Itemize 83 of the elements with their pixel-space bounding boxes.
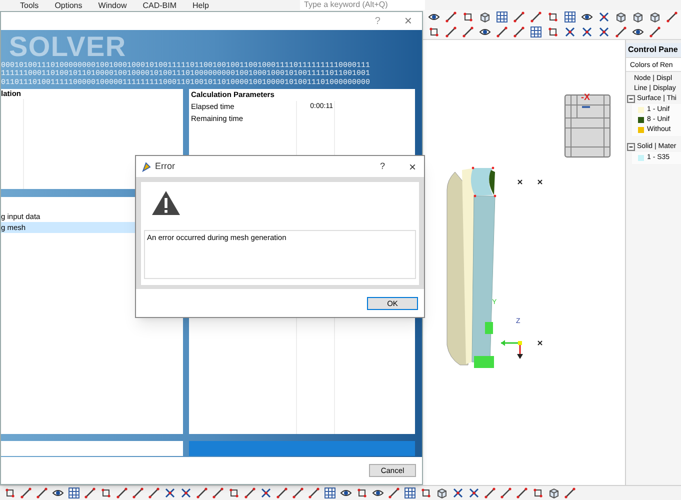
- line-icon[interactable]: [666, 11, 678, 24]
- panel-title: Control Pane: [626, 43, 681, 57]
- cross-icon[interactable]: [468, 487, 480, 499]
- cross-icon[interactable]: [452, 487, 464, 499]
- node-icon[interactable]: [532, 487, 544, 499]
- help-button[interactable]: ?: [380, 160, 385, 174]
- line-icon[interactable]: [276, 487, 288, 499]
- line-icon[interactable]: [196, 487, 208, 499]
- line-icon[interactable]: [148, 487, 160, 499]
- line-icon[interactable]: [244, 487, 256, 499]
- cube-icon[interactable]: [436, 487, 448, 499]
- menu-item[interactable]: Window: [98, 0, 127, 10]
- line-icon[interactable]: [84, 487, 96, 499]
- close-button[interactable]: ×: [404, 11, 412, 31]
- node-icon[interactable]: [4, 487, 16, 499]
- banner-title: SOLVER: [9, 32, 126, 62]
- cross-icon[interactable]: [180, 487, 192, 499]
- grid-icon[interactable]: [68, 487, 80, 499]
- cross-icon[interactable]: [564, 26, 576, 38]
- cube-icon[interactable]: [548, 487, 560, 499]
- navigation-cube-drawing: [564, 94, 610, 158]
- cross-icon[interactable]: [598, 11, 610, 24]
- app-icon: [141, 162, 151, 172]
- node-icon[interactable]: [228, 487, 240, 499]
- node-icon[interactable]: [420, 487, 432, 499]
- line-icon[interactable]: [496, 26, 508, 38]
- eye-icon[interactable]: [52, 487, 64, 499]
- grid-icon[interactable]: [324, 487, 336, 499]
- cross-mark-icon: [538, 180, 542, 184]
- line-icon[interactable]: [36, 487, 48, 499]
- line-icon[interactable]: [484, 487, 496, 499]
- cube-face-label: -X: [581, 91, 590, 104]
- node-icon[interactable]: [100, 487, 112, 499]
- grid-icon[interactable]: [530, 26, 542, 38]
- menu-item[interactable]: Help: [192, 0, 209, 10]
- line-icon[interactable]: [649, 26, 661, 38]
- cross-icon[interactable]: [598, 26, 610, 38]
- line-icon[interactable]: [292, 487, 304, 499]
- line-icon[interactable]: [462, 26, 474, 38]
- cross-mark-icon: [518, 180, 522, 184]
- cube-icon[interactable]: [632, 11, 644, 24]
- line-icon[interactable]: [20, 487, 32, 499]
- line-icon[interactable]: [212, 487, 224, 499]
- line-icon[interactable]: [530, 11, 542, 24]
- line-icon[interactable]: [564, 487, 576, 499]
- line-icon[interactable]: [516, 487, 528, 499]
- cube-icon[interactable]: [649, 11, 661, 24]
- cross-icon[interactable]: [581, 26, 593, 38]
- line-icon[interactable]: [132, 487, 144, 499]
- dialog-title: Error: [155, 160, 176, 173]
- cube-icon[interactable]: [479, 11, 491, 24]
- line-icon[interactable]: [513, 26, 525, 38]
- cross-icon[interactable]: [260, 487, 272, 499]
- search-field[interactable]: Type a keyword (Alt+Q): [300, 0, 425, 10]
- line-icon[interactable]: [513, 11, 525, 24]
- node-icon[interactable]: [547, 26, 559, 38]
- collapse-icon[interactable]: [627, 143, 635, 151]
- cross-mark-icon: [538, 340, 542, 346]
- line-icon[interactable]: [308, 487, 320, 499]
- cube-icon[interactable]: [615, 11, 627, 24]
- line-icon[interactable]: [116, 487, 128, 499]
- node-icon[interactable]: [462, 11, 474, 24]
- node-icon[interactable]: [356, 487, 368, 499]
- close-button[interactable]: ×: [408, 158, 416, 176]
- grid-icon[interactable]: [404, 487, 416, 499]
- eye-icon[interactable]: [372, 487, 384, 499]
- node-icon[interactable]: [547, 11, 559, 24]
- cross-icon[interactable]: [164, 487, 176, 499]
- grid-icon[interactable]: [564, 11, 576, 24]
- axis-triad-drawing: [501, 340, 523, 359]
- node-icon[interactable]: [428, 26, 440, 38]
- grid-icon[interactable]: [496, 11, 508, 24]
- menu-item[interactable]: CAD-BIM: [142, 0, 176, 10]
- line-icon[interactable]: [388, 487, 400, 499]
- collapse-icon[interactable]: [627, 95, 635, 103]
- menu-item[interactable]: Tools: [20, 0, 39, 10]
- warning-icon: [151, 190, 181, 216]
- line-icon[interactable]: [500, 487, 512, 499]
- line-icon[interactable]: [445, 26, 457, 38]
- line-icon[interactable]: [615, 26, 627, 38]
- eye-icon[interactable]: [340, 487, 352, 499]
- line-icon[interactable]: [445, 11, 457, 24]
- menu-item[interactable]: Options: [54, 0, 82, 10]
